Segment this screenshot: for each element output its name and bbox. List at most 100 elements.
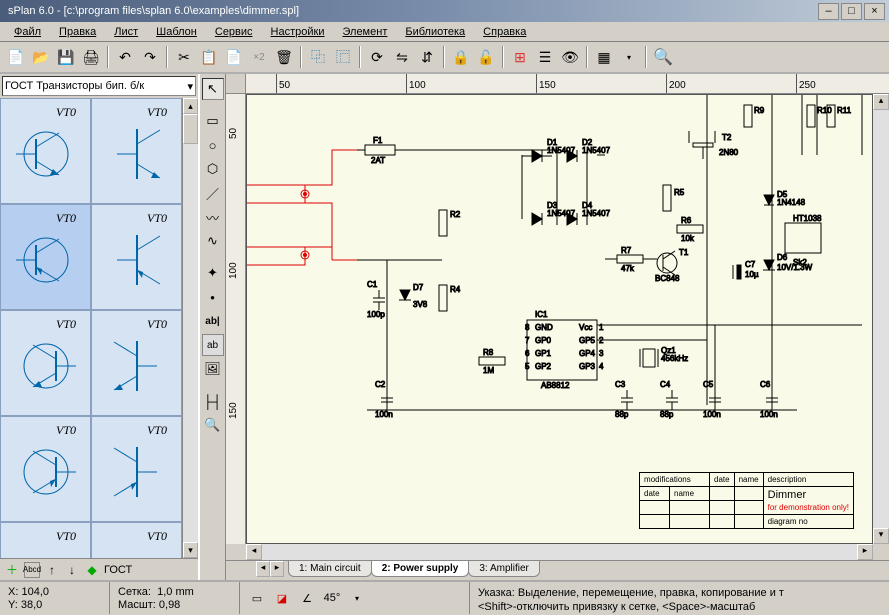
lib-cell[interactable]: VT0 — [91, 310, 182, 416]
menu-service[interactable]: Сервис — [207, 24, 261, 40]
canvas-scroll-h[interactable]: ◂▸ — [246, 544, 873, 560]
grid-dd-button[interactable]: ▾ — [617, 45, 641, 69]
save-button[interactable]: 💾 — [54, 45, 78, 69]
rotate-button[interactable]: ⟳ — [365, 45, 389, 69]
svg-text:1N5407: 1N5407 — [582, 146, 611, 155]
menu-edit[interactable]: Правка — [51, 24, 104, 40]
lib-abcd-icon[interactable]: Abcd — [24, 562, 40, 578]
lib-cell-selected[interactable]: VT0 — [0, 204, 91, 310]
menu-library[interactable]: Библиотека — [397, 24, 473, 40]
menu-settings[interactable]: Настройки — [263, 24, 333, 40]
svg-text:1N5407: 1N5407 — [582, 209, 611, 218]
delete-button[interactable]: 🗑 — [272, 45, 296, 69]
svg-text:GP4: GP4 — [579, 349, 596, 358]
lib-cell[interactable]: VT0 — [0, 310, 91, 416]
lib-cell[interactable]: VT0 — [91, 522, 182, 558]
copy-button[interactable]: 📋 — [197, 45, 221, 69]
lib-up-icon[interactable]: ↑ — [44, 562, 60, 578]
menu-file[interactable]: Файл — [6, 24, 49, 40]
curve-tool[interactable]: 〰 — [202, 206, 224, 228]
dup-button[interactable]: ×2 — [247, 45, 271, 69]
sb-dd-icon[interactable]: ▾ — [346, 587, 368, 609]
lib-add-icon[interactable]: ＋ — [4, 562, 20, 578]
tab-main-circuit[interactable]: 1: Main circuit — [288, 561, 372, 577]
title-block: modificationsdatenamedescription datenam… — [639, 472, 854, 529]
pointer-tool[interactable]: ↖ — [202, 78, 224, 100]
mirror-v-button[interactable]: ⇵ — [415, 45, 439, 69]
tab-amplifier[interactable]: 3: Amplifier — [468, 561, 539, 577]
lib-book-icon[interactable]: ◆ — [84, 562, 100, 578]
lib-cell[interactable]: VT0 — [0, 522, 91, 558]
sb-angle-val[interactable]: 45° — [321, 587, 343, 609]
main-toolbar: 📄 📂 💾 🖨 ↶ ↷ ✂ 📋 📄 ×2 🗑 ⿻ ⿸ ⟳ ⇋ ⇵ 🔒 🔓 ⊞ ☰… — [0, 42, 889, 74]
svg-text:2N80: 2N80 — [719, 148, 739, 157]
drawing-canvas[interactable]: F1 2AT D11N5407 D21N5407 D31N5407 — [246, 94, 873, 544]
minimize-button[interactable]: – — [818, 3, 839, 20]
canvas-scroll-v[interactable]: ▴ ▾ — [873, 94, 889, 544]
svg-text:100n: 100n — [375, 410, 393, 419]
group-button[interactable]: ⿻ — [306, 45, 330, 69]
svg-text:10k: 10k — [681, 234, 695, 243]
ungroup-button[interactable]: ⿸ — [331, 45, 355, 69]
unlock-button[interactable]: 🔓 — [474, 45, 498, 69]
sb-flag-icon[interactable]: ◪ — [271, 587, 293, 609]
image-tool[interactable]: 🖼 — [202, 358, 224, 380]
close-button[interactable]: × — [864, 3, 885, 20]
lib-down-icon[interactable]: ↓ — [64, 562, 80, 578]
lock-button[interactable]: 🔒 — [449, 45, 473, 69]
undo-button[interactable]: ↶ — [113, 45, 137, 69]
lib-cell[interactable]: VT0 — [91, 98, 182, 204]
node-tool[interactable]: ✦ — [202, 262, 224, 284]
textbox-tool[interactable]: ab — [202, 334, 224, 356]
svg-text:Sk2: Sk2 — [793, 258, 807, 267]
tab-prev[interactable]: ◂ — [256, 561, 270, 577]
sb-angle-icon[interactable]: ∠ — [296, 587, 318, 609]
library-scrollbar[interactable]: ▴ ▾ — [182, 98, 198, 558]
svg-text:100n: 100n — [760, 410, 778, 419]
junction-tool[interactable]: • — [202, 286, 224, 308]
text-tool[interactable]: ab| — [202, 310, 224, 332]
chevron-down-icon: ▾ — [187, 80, 193, 93]
find-button[interactable]: 👁 — [558, 45, 582, 69]
lib-cell[interactable]: VT0 — [0, 416, 91, 522]
lib-cell[interactable]: VT0 — [91, 416, 182, 522]
zoom-tool[interactable]: 🔍 — [202, 414, 224, 436]
cut-button[interactable]: ✂ — [172, 45, 196, 69]
redo-button[interactable]: ↷ — [138, 45, 162, 69]
svg-text:1M: 1M — [483, 366, 494, 375]
svg-text:IC1: IC1 — [535, 310, 548, 319]
menu-element[interactable]: Элемент — [334, 24, 395, 40]
bezier-tool[interactable]: ∿ — [202, 230, 224, 252]
tab-next[interactable]: ▸ — [270, 561, 284, 577]
mirror-h-button[interactable]: ⇋ — [390, 45, 414, 69]
svg-text:AB8812: AB8812 — [541, 381, 570, 390]
library-select[interactable]: ГОСТ Транзисторы бип. б/к▾ — [2, 76, 196, 96]
ruler-vertical: 50 100 150 — [226, 94, 246, 544]
menu-sheet[interactable]: Лист — [106, 24, 146, 40]
maximize-button[interactable]: □ — [841, 3, 862, 20]
paste-button[interactable]: 📄 — [222, 45, 246, 69]
open-button[interactable]: 📂 — [29, 45, 53, 69]
poly-tool[interactable]: ⬡ — [202, 158, 224, 180]
svg-text:C3: C3 — [615, 380, 626, 389]
print-button[interactable]: 🖨 — [79, 45, 103, 69]
sb-rect-icon[interactable]: ▭ — [246, 587, 268, 609]
list-button[interactable]: ☰ — [533, 45, 557, 69]
svg-text:GP5: GP5 — [579, 336, 596, 345]
svg-text:100p: 100p — [367, 310, 385, 319]
lib-cell[interactable]: VT0 — [0, 98, 91, 204]
zoom-button[interactable]: 🔍 — [651, 45, 675, 69]
menu-help[interactable]: Справка — [475, 24, 534, 40]
grid-button[interactable]: ▦ — [592, 45, 616, 69]
new-button[interactable]: 📄 — [4, 45, 28, 69]
circle-tool[interactable]: ○ — [202, 134, 224, 156]
lib-cell[interactable]: VT0 — [91, 204, 182, 310]
menu-template[interactable]: Шаблон — [148, 24, 205, 40]
status-bar: X: 104,0 Y: 38,0 Сетка: 1,0 mm Масшт: 0,… — [0, 580, 889, 614]
rect-tool[interactable]: ▭ — [202, 110, 224, 132]
svg-text:GP1: GP1 — [535, 349, 552, 358]
line-tool[interactable]: ／ — [202, 182, 224, 204]
measure-tool[interactable]: ├┤ — [202, 390, 224, 412]
tab-power-supply[interactable]: 2: Power supply — [371, 561, 470, 577]
snap-button[interactable]: ⊞ — [508, 45, 532, 69]
